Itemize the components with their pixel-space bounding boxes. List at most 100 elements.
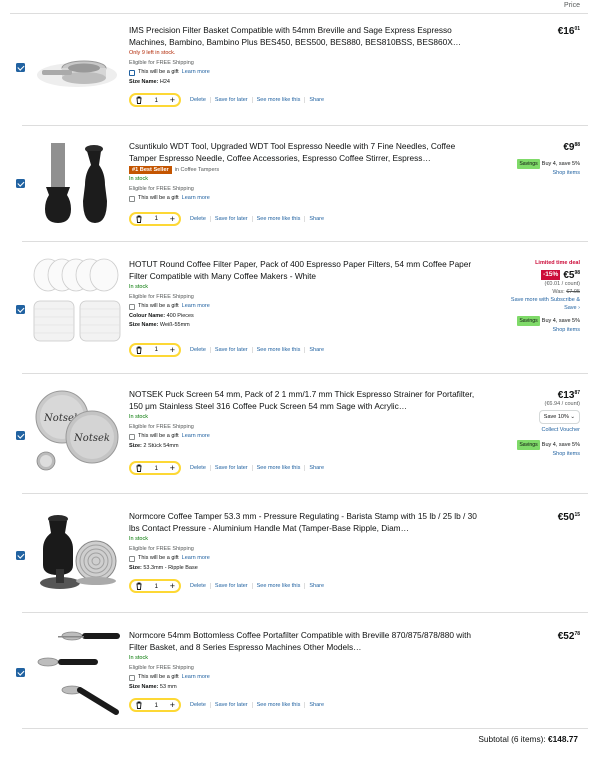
stock-status: In stock [129, 655, 148, 661]
save-for-later-link[interactable]: Save for later [209, 346, 252, 353]
product-image[interactable] [32, 628, 122, 718]
gift-option[interactable]: This will be a gift Learn more [129, 68, 483, 78]
product-title[interactable]: NOTSEK Puck Screen 54 mm, Pack of 2 1 mm… [129, 389, 483, 413]
item-actions: 1 + Delete Save for later See more like … [129, 211, 483, 226]
plus-icon[interactable]: + [170, 345, 175, 354]
chevron-down-icon: ⌄ [570, 414, 575, 420]
item-select-checkbox[interactable] [16, 431, 25, 440]
learn-more-link[interactable]: Learn more [182, 194, 210, 204]
see-more-like-this-link[interactable]: See more like this [251, 346, 305, 353]
product-image[interactable]: Notsek Notsek [32, 387, 122, 477]
delete-link[interactable]: Delete [186, 216, 210, 222]
see-more-like-this-link[interactable]: See more like this [251, 465, 305, 472]
see-more-like-this-link[interactable]: See more like this [251, 583, 305, 590]
delete-link[interactable]: Delete [186, 702, 210, 708]
plus-icon[interactable]: + [170, 701, 175, 710]
delete-link[interactable]: Delete [186, 97, 210, 103]
stock-status: In stock [129, 414, 148, 420]
gift-checkbox[interactable] [129, 303, 135, 310]
item-price: €1601 [558, 25, 580, 37]
subscribe-save-link[interactable]: Save more with Subscribe & Save › [511, 296, 580, 312]
product-title[interactable]: Csuntikulo WDT Tool, Upgraded WDT Tool E… [129, 141, 483, 165]
plus-icon[interactable]: + [170, 96, 175, 105]
learn-more-link[interactable]: Learn more [182, 302, 210, 312]
quantity-stepper[interactable]: 1 + [129, 93, 181, 108]
product-title[interactable]: Normcore Coffee Tamper 53.3 mm - Pressur… [129, 511, 483, 535]
item-select-checkbox[interactable] [16, 551, 25, 560]
product-title[interactable]: Normcore 54mm Bottomless Coffee Portafil… [129, 630, 483, 654]
quantity-stepper[interactable]: 1 + [129, 579, 181, 594]
subscribe-text-2[interactable]: Save [564, 305, 577, 311]
save-for-later-link[interactable]: Save for later [209, 215, 252, 222]
gift-option[interactable]: This will be a gift Learn more [129, 554, 483, 564]
see-more-like-this-link[interactable]: See more like this [251, 702, 305, 709]
collect-voucher-link[interactable]: Collect Voucher [517, 426, 580, 434]
save-for-later-link[interactable]: Save for later [209, 97, 252, 104]
price-fraction: 98 [574, 270, 580, 276]
stock-status: Only 9 left in stock. [129, 50, 176, 56]
trash-icon[interactable] [135, 464, 143, 473]
item-select-checkbox[interactable] [16, 668, 25, 677]
delete-link[interactable]: Delete [186, 465, 210, 471]
quantity-stepper[interactable]: 1 + [129, 461, 181, 476]
voucher-select[interactable]: Save 10% ⌄ [538, 410, 580, 424]
share-link[interactable]: Share [304, 346, 328, 353]
shop-items-link[interactable]: Shop items [517, 450, 580, 458]
share-link[interactable]: Share [304, 97, 328, 104]
plus-icon[interactable]: + [170, 582, 175, 591]
item-select-checkbox[interactable] [16, 305, 25, 314]
share-link[interactable]: Share [304, 583, 328, 590]
discount-badge: -15% [541, 269, 561, 280]
gift-option[interactable]: This will be a gift Learn more [129, 432, 483, 442]
save-for-later-link[interactable]: Save for later [209, 583, 252, 590]
quantity-stepper[interactable]: 1 + [129, 211, 181, 226]
share-link[interactable]: Share [304, 465, 328, 472]
gift-checkbox[interactable] [129, 555, 135, 562]
gift-checkbox[interactable] [129, 674, 135, 681]
save-for-later-link[interactable]: Save for later [209, 702, 252, 709]
subscribe-text[interactable]: Save more with Subscribe & [511, 297, 580, 303]
gift-checkbox[interactable] [129, 433, 135, 440]
see-more-like-this-link[interactable]: See more like this [251, 215, 305, 222]
product-title[interactable]: IMS Precision Filter Basket Compatible w… [129, 25, 483, 49]
delete-link[interactable]: Delete [186, 347, 210, 353]
best-seller-badge[interactable]: #1 Best Seller in Coffee Tampers [129, 166, 483, 174]
shop-items-link[interactable]: Shop items [511, 326, 580, 334]
product-image[interactable] [32, 509, 122, 599]
learn-more-link[interactable]: Learn more [182, 673, 210, 683]
product-image[interactable] [32, 139, 122, 229]
share-link[interactable]: Share [304, 702, 328, 709]
product-title[interactable]: HOTUT Round Coffee Filter Paper, Pack of… [129, 259, 483, 283]
quantity-stepper[interactable]: 1 + [129, 342, 181, 357]
item-select-checkbox[interactable] [16, 179, 25, 188]
share-link[interactable]: Share [304, 215, 328, 222]
quantity-stepper[interactable]: 1 + [129, 698, 181, 713]
gift-checkbox[interactable] [129, 69, 135, 76]
save-for-later-link[interactable]: Save for later [209, 465, 252, 472]
trash-icon[interactable] [135, 582, 143, 591]
gift-option[interactable]: This will be a gift Learn more [129, 673, 483, 683]
delete-link[interactable]: Delete [186, 583, 210, 589]
learn-more-link[interactable]: Learn more [182, 68, 210, 78]
product-image[interactable] [32, 23, 122, 113]
item-select-checkbox[interactable] [16, 63, 25, 72]
shop-items-link[interactable]: Shop items [517, 169, 580, 177]
plus-icon[interactable]: + [170, 214, 175, 223]
trash-icon[interactable] [135, 215, 143, 223]
product-image[interactable] [32, 257, 122, 347]
spec-value: 2 Stück 54mm [143, 442, 179, 449]
learn-more-link[interactable]: Learn more [182, 432, 210, 442]
price-column-header: Price [564, 2, 580, 9]
learn-more-link[interactable]: Learn more [182, 554, 210, 564]
gift-option[interactable]: This will be a gift Learn more [129, 194, 483, 204]
cart-item: Normcore Coffee Tamper 53.3 mm - Pressur… [10, 495, 588, 612]
was-label: Was: [552, 289, 565, 295]
quantity-value: 1 [154, 346, 159, 354]
see-more-like-this-link[interactable]: See more like this [251, 97, 305, 104]
plus-icon[interactable]: + [170, 464, 175, 473]
trash-icon[interactable] [135, 701, 143, 710]
trash-icon[interactable] [135, 96, 143, 105]
gift-option[interactable]: This will be a gift Learn more [129, 302, 483, 312]
gift-checkbox[interactable] [129, 195, 135, 202]
trash-icon[interactable] [135, 346, 143, 354]
